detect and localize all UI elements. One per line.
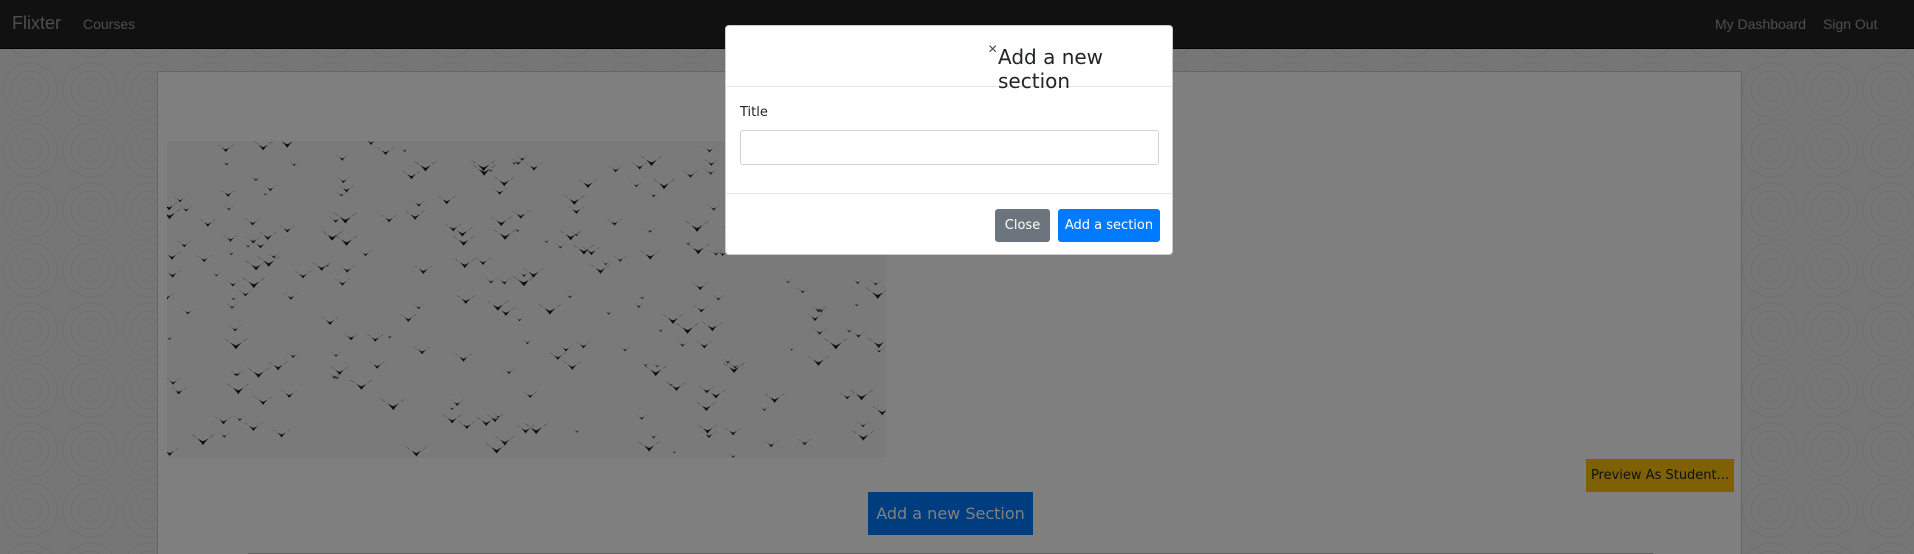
title-input[interactable] [740,130,1159,165]
add-section-modal: × Add a new section Title Close Add a se… [725,25,1173,255]
add-section-button[interactable]: Add a section [1058,209,1160,242]
close-button[interactable]: Close [995,209,1050,242]
close-icon[interactable]: × [988,41,997,59]
modal-title: Add a new section [998,45,1104,93]
title-field-label: Title [740,105,768,120]
modal-header: × Add a new section [726,26,1172,93]
